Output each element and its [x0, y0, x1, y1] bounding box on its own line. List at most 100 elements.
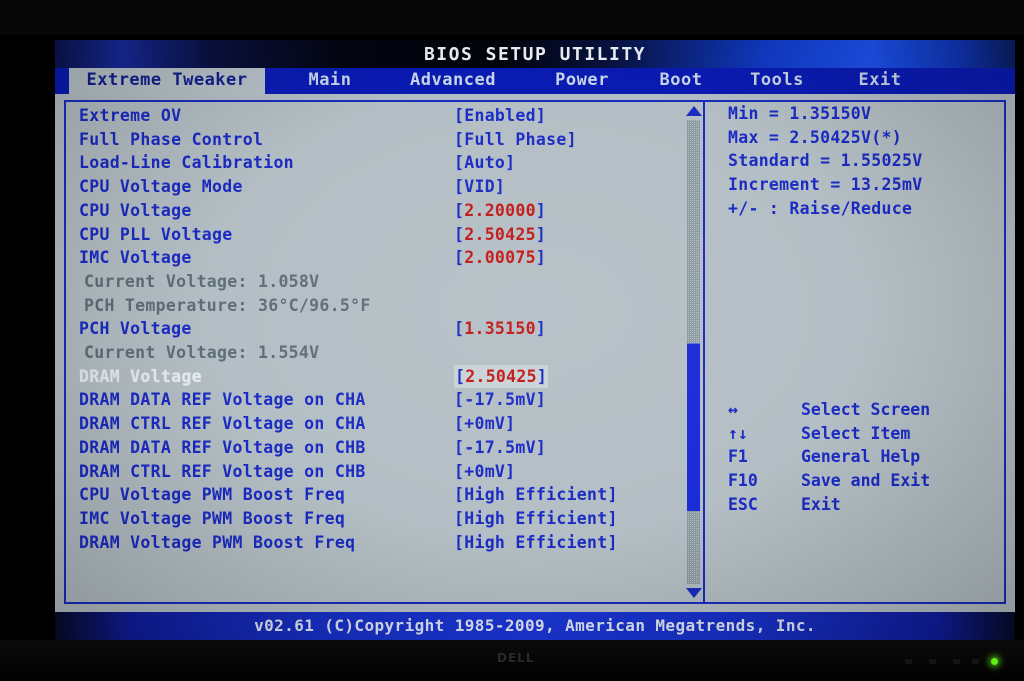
setting-value[interactable]: [2.00075]: [454, 246, 546, 269]
setting-label: DRAM DATA REF Voltage on CHB: [79, 437, 366, 457]
left-right-arrow-icon: ↔: [728, 400, 738, 419]
setting-label: DRAM Voltage PWM Boost Freq: [79, 532, 356, 552]
setting-label: PCH Voltage: [79, 319, 192, 339]
setting-label: DRAM DATA REF Voltage on CHA: [79, 390, 366, 410]
triangle-up-icon[interactable]: [686, 106, 702, 116]
setting-value[interactable]: [2.50425]: [454, 223, 546, 246]
setting-row[interactable]: DRAM CTRL REF Voltage on CHB [+0mV]: [66, 460, 691, 484]
help-line: +/- : Raise/Reduce: [728, 198, 913, 218]
page-title: BIOS SETUP UTILITY: [423, 44, 647, 65]
setting-value-number: 2.50425: [465, 366, 537, 386]
setting-row[interactable]: DRAM DATA REF Voltage on CHB [-17.5mV]: [66, 436, 691, 460]
dell-logo: DELL: [497, 651, 535, 665]
monitor-button-3[interactable]: [953, 659, 960, 664]
setting-value[interactable]: [2.20000]: [454, 199, 546, 222]
menu-tab-boot[interactable]: Boot: [645, 68, 717, 94]
bios-body: Extreme OV [Enabled] Full Phase Control [Fu…: [55, 94, 1015, 612]
setting-row[interactable]: Extreme OV [Enabled]: [66, 104, 691, 128]
monitor-button-4[interactable]: [972, 659, 979, 664]
setting-label: IMC Voltage: [79, 248, 192, 268]
monitor-button-1[interactable]: [905, 659, 912, 664]
setting-row[interactable]: IMC Voltage PWM Boost Freq [High Efficien…: [66, 507, 691, 531]
bios-screen: BIOS SETUP UTILITY Extreme Tweaker Main Ad…: [55, 40, 1015, 640]
triangle-down-icon[interactable]: [686, 588, 702, 598]
key-description: Save and Exit: [801, 471, 931, 491]
menu-tab-main[interactable]: Main: [291, 68, 369, 94]
setting-value-number: 2.20000: [464, 200, 536, 220]
menu-tab-extreme-tweaker[interactable]: Extreme Tweaker: [69, 68, 265, 94]
setting-row[interactable]: CPU Voltage [2.20000]: [66, 199, 691, 223]
setting-row[interactable]: DRAM DATA REF Voltage on CHA [-17.5mV]: [66, 388, 691, 412]
menu-bar: Extreme Tweaker Main Advanced Power Boot Tool…: [55, 68, 1015, 94]
help-line: Max = 2.50425V(*): [728, 127, 902, 147]
setting-row[interactable]: CPU Voltage Mode [VID]: [66, 175, 691, 199]
setting-label: CPU PLL Voltage: [79, 224, 233, 244]
help-line: Standard = 1.55025V: [728, 151, 923, 171]
setting-label: CPU Voltage PWM Boost Freq: [79, 485, 346, 505]
copyright-text: v02.61 (C)Copyright 1985-2009, American …: [254, 616, 816, 635]
setting-row[interactable]: DRAM CTRL REF Voltage on CHA [+0mV]: [66, 412, 691, 436]
key-label: F1: [728, 447, 748, 467]
setting-value-number: 2.50425: [464, 224, 536, 244]
setting-value[interactable]: [-17.5mV]: [454, 436, 546, 459]
power-led-indicator: [991, 658, 998, 665]
help-line: Increment = 13.25mV: [728, 175, 923, 195]
setting-label: Current Voltage: 1.554V: [84, 343, 320, 362]
setting-value[interactable]: [High Efficient]: [454, 531, 618, 554]
monitor-bezel-top: [0, 0, 1024, 34]
setting-row[interactable]: CPU Voltage PWM Boost Freq [High Efficien…: [66, 483, 691, 507]
setting-row[interactable]: DRAM Voltage PWM Boost Freq [High Efficie…: [66, 531, 691, 555]
setting-value[interactable]: [High Efficient]: [454, 507, 618, 530]
setting-label: Full Phase Control: [79, 129, 264, 149]
setting-label: Load-Line Calibration: [79, 153, 294, 173]
menu-tab-advanced[interactable]: Advanced: [387, 68, 519, 94]
info-row: PCH Temperature: 36°C/96.5°F: [66, 294, 691, 318]
setting-row[interactable]: PCH Voltage [1.35150]: [66, 317, 691, 341]
settings-list: Extreme OV [Enabled] Full Phase Control [Fu…: [66, 102, 691, 602]
menu-tab-tools[interactable]: Tools: [735, 68, 819, 94]
setting-value[interactable]: [Auto]: [454, 151, 515, 174]
menu-tab-exit[interactable]: Exit: [847, 68, 913, 94]
setting-label: DRAM Voltage: [79, 366, 202, 386]
setting-row[interactable]: IMC Voltage [2.00075]: [66, 246, 691, 270]
help-panel: Min = 1.35150V Max = 2.50425V(*) Standard …: [717, 102, 999, 602]
key-label: F10: [728, 471, 758, 491]
key-description: Select Screen: [801, 400, 931, 419]
key-description: Select Item: [801, 423, 911, 443]
bios-title-bar: BIOS SETUP UTILITY: [55, 40, 1015, 68]
footer-bar: v02.61 (C)Copyright 1985-2009, American …: [55, 612, 1015, 640]
setting-value[interactable]: [+0mV]: [454, 412, 515, 435]
key-description: General Help: [801, 447, 921, 467]
setting-value[interactable]: [+0mV]: [454, 460, 515, 483]
setting-value[interactable]: [1.35150]: [454, 317, 546, 340]
menu-tab-power[interactable]: Power: [537, 68, 627, 94]
settings-scrollbar[interactable]: [680, 102, 704, 602]
setting-value[interactable]: [2.50425]: [454, 364, 549, 388]
info-row: Current Voltage: 1.554V: [66, 341, 691, 365]
setting-value[interactable]: [Enabled]: [454, 104, 546, 127]
setting-label: CPU Voltage Mode: [79, 177, 243, 197]
setting-value-number: 1.35150: [464, 319, 536, 339]
monitor-button-2[interactable]: [929, 659, 936, 664]
up-down-arrow-icon: ↑↓: [728, 423, 748, 443]
setting-label: IMC Voltage PWM Boost Freq: [79, 508, 346, 528]
key-description: Exit: [801, 494, 841, 514]
setting-value[interactable]: [High Efficient]: [454, 483, 618, 506]
setting-label: Extreme OV: [79, 106, 182, 125]
key-label: ESC: [728, 494, 758, 514]
setting-value[interactable]: [Full Phase]: [454, 128, 577, 151]
setting-label: Current Voltage: 1.058V: [84, 271, 320, 291]
setting-value[interactable]: [VID]: [454, 175, 505, 198]
scrollbar-thumb[interactable]: [687, 342, 700, 511]
setting-row[interactable]: Full Phase Control [Full Phase]: [66, 128, 691, 152]
setting-label: DRAM CTRL REF Voltage on CHB: [79, 461, 366, 481]
setting-row[interactable]: DRAM Voltage [2.50425]: [66, 364, 691, 389]
setting-row[interactable]: CPU PLL Voltage [2.50425]: [66, 223, 691, 247]
setting-label: PCH Temperature: 36°C/96.5°F: [84, 295, 371, 315]
setting-row[interactable]: Load-Line Calibration [Auto]: [66, 151, 691, 175]
info-row: Current Voltage: 1.058V: [66, 270, 691, 294]
help-line: Min = 1.35150V: [728, 104, 872, 123]
setting-value[interactable]: [-17.5mV]: [454, 388, 546, 411]
setting-label: DRAM CTRL REF Voltage on CHA: [79, 414, 366, 434]
setting-label: CPU Voltage: [79, 200, 192, 220]
